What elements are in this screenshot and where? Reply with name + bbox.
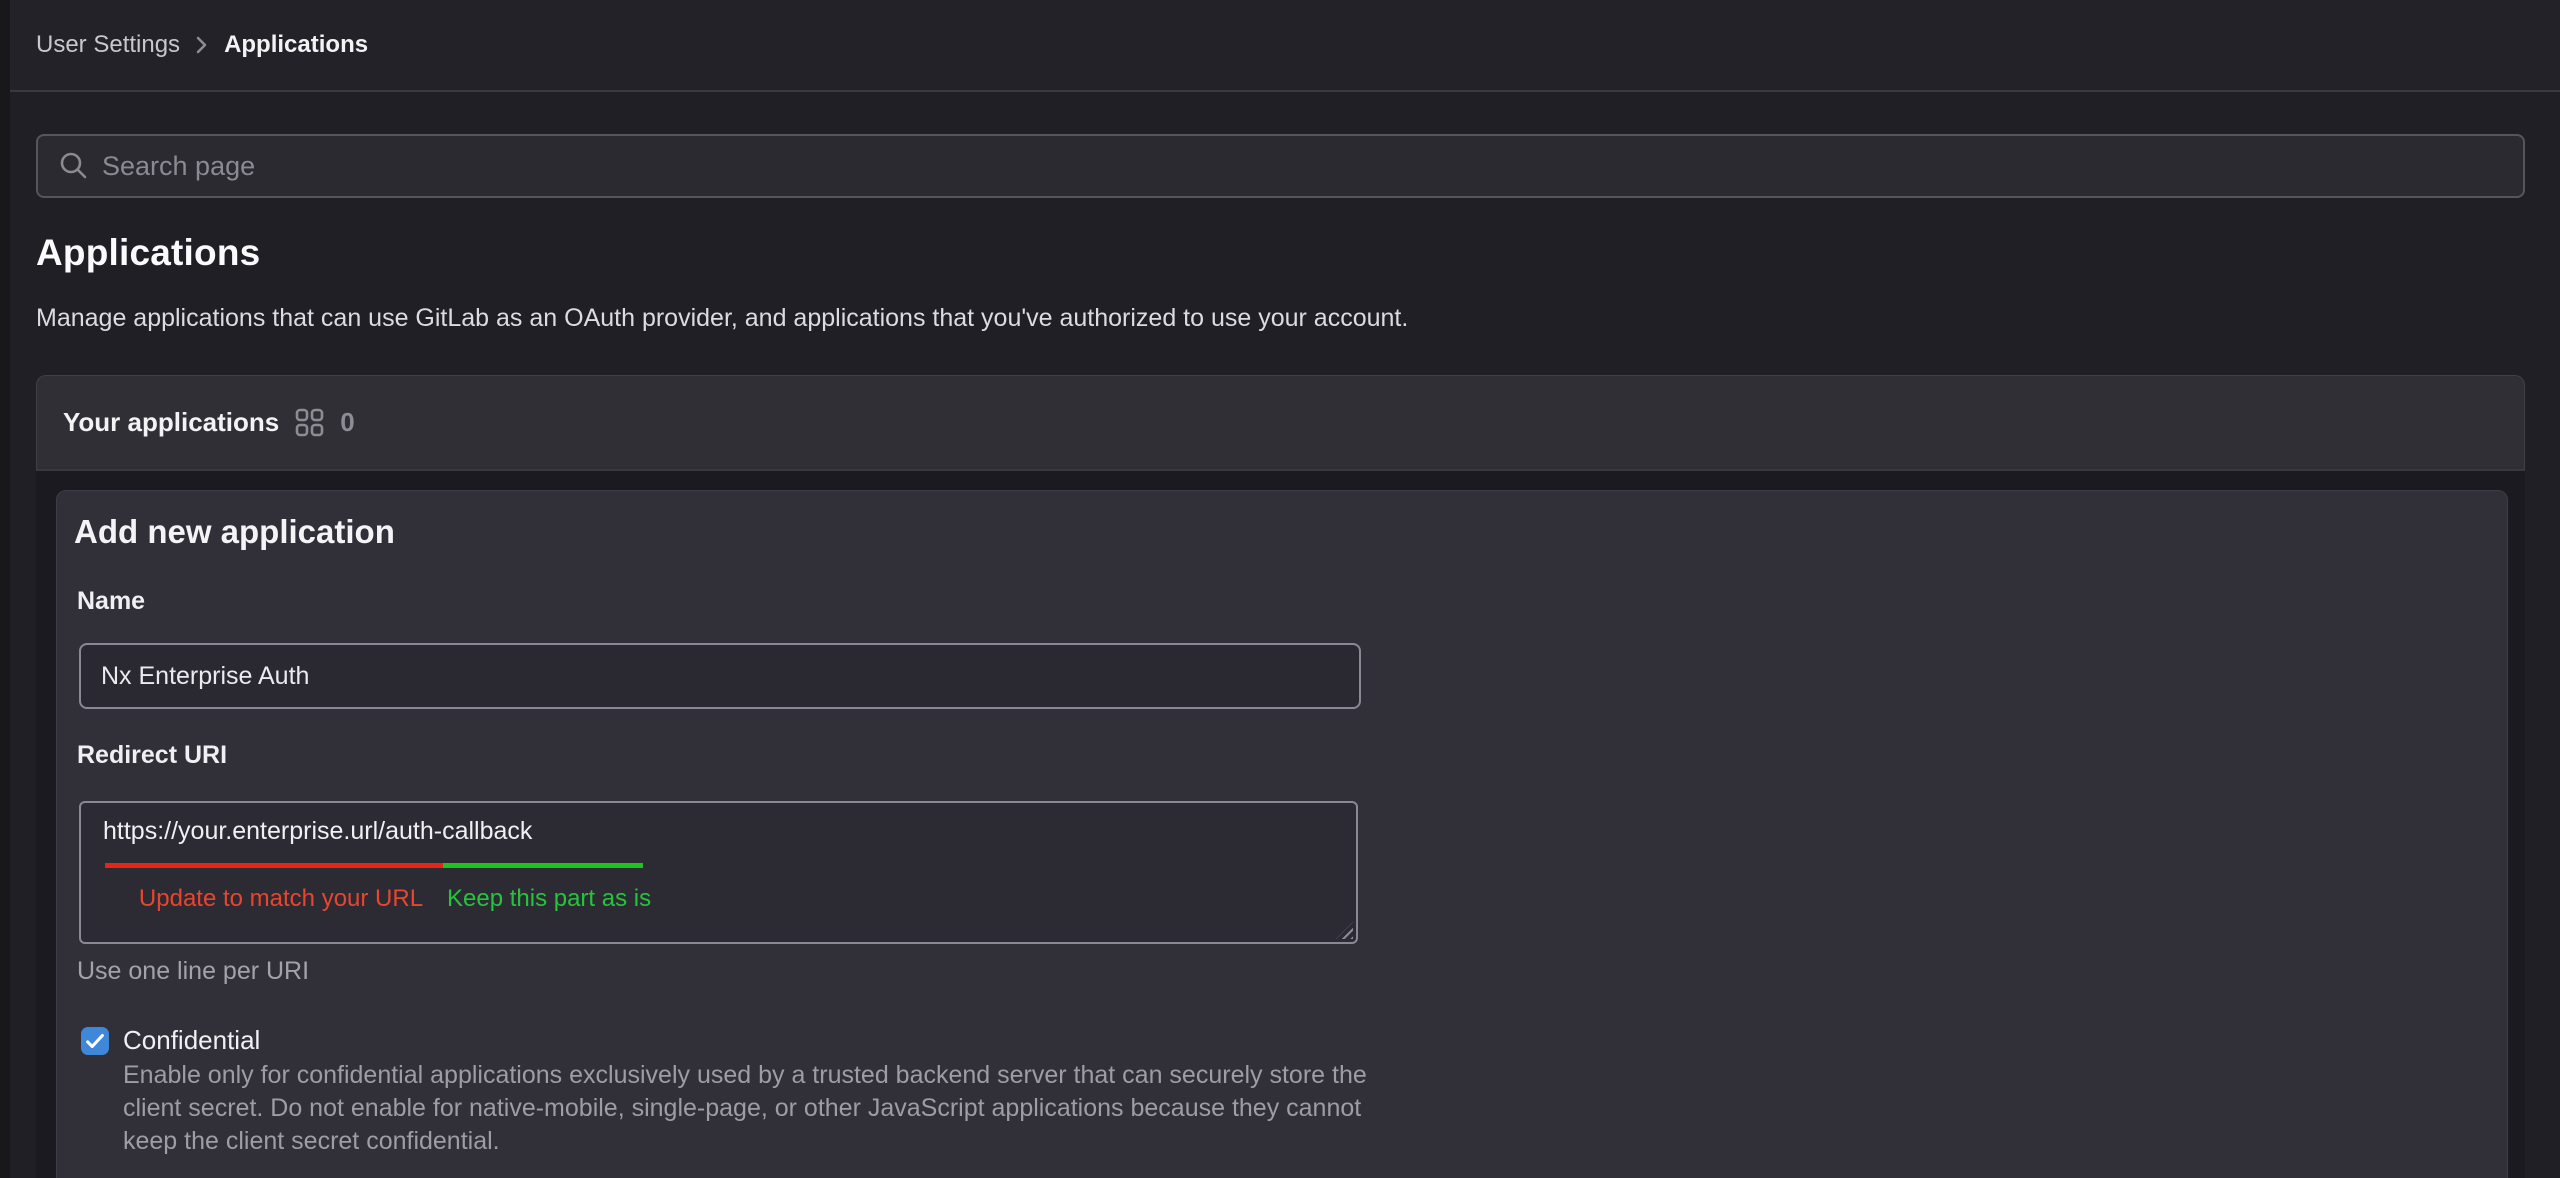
search-input[interactable]: Search page bbox=[36, 134, 2525, 198]
checkmark-icon bbox=[84, 1030, 106, 1052]
applications-settings-page: User Settings Applications Search page A… bbox=[0, 0, 2560, 1178]
search-placeholder: Search page bbox=[102, 151, 255, 182]
top-bar: User Settings Applications bbox=[10, 0, 2560, 92]
applications-count-badge: 0 bbox=[340, 407, 354, 438]
page-description: Manage applications that can use GitLab … bbox=[36, 304, 1408, 333]
redirect-uri-label: Redirect URI bbox=[77, 741, 227, 770]
name-input[interactable] bbox=[79, 643, 1361, 709]
name-label: Name bbox=[77, 587, 145, 616]
chevron-right-icon bbox=[194, 34, 210, 56]
search-icon bbox=[58, 150, 90, 182]
red-underline-annotation bbox=[105, 863, 443, 868]
redirect-uri-value: https://your.enterprise.url/auth-callbac… bbox=[103, 817, 532, 846]
redirect-uri-green-part: /auth-callback bbox=[378, 817, 532, 845]
red-annotation-text: Update to match your URL bbox=[121, 885, 441, 913]
green-annotation-text: Keep this part as is bbox=[447, 885, 651, 913]
redirect-uri-red-part: https://your.enterprise.url bbox=[103, 817, 378, 845]
add-new-application-card: Add new application Name Redirect URI ht… bbox=[56, 490, 2508, 1178]
breadcrumb-user-settings[interactable]: User Settings bbox=[36, 31, 180, 59]
your-applications-section: Your applications 0 Add new application … bbox=[36, 375, 2525, 1178]
page-title: Applications bbox=[36, 232, 260, 274]
green-underline-annotation bbox=[443, 863, 643, 868]
confidential-checkbox[interactable] bbox=[81, 1027, 109, 1055]
your-applications-title: Your applications bbox=[63, 407, 279, 438]
redirect-uri-textarea[interactable]: https://your.enterprise.url/auth-callbac… bbox=[79, 801, 1358, 944]
breadcrumb: User Settings Applications bbox=[36, 31, 368, 59]
left-edge-strip bbox=[0, 0, 10, 1178]
applications-grid-icon bbox=[295, 408, 324, 437]
confidential-label[interactable]: Confidential bbox=[123, 1025, 260, 1056]
textarea-resize-handle[interactable] bbox=[1336, 922, 1353, 939]
redirect-uri-help-text: Use one line per URI bbox=[77, 957, 309, 986]
card-title: Add new application bbox=[74, 513, 395, 551]
confidential-description: Enable only for confidential application… bbox=[123, 1059, 1383, 1158]
your-applications-header: Your applications 0 bbox=[36, 375, 2525, 471]
breadcrumb-applications: Applications bbox=[224, 31, 368, 59]
